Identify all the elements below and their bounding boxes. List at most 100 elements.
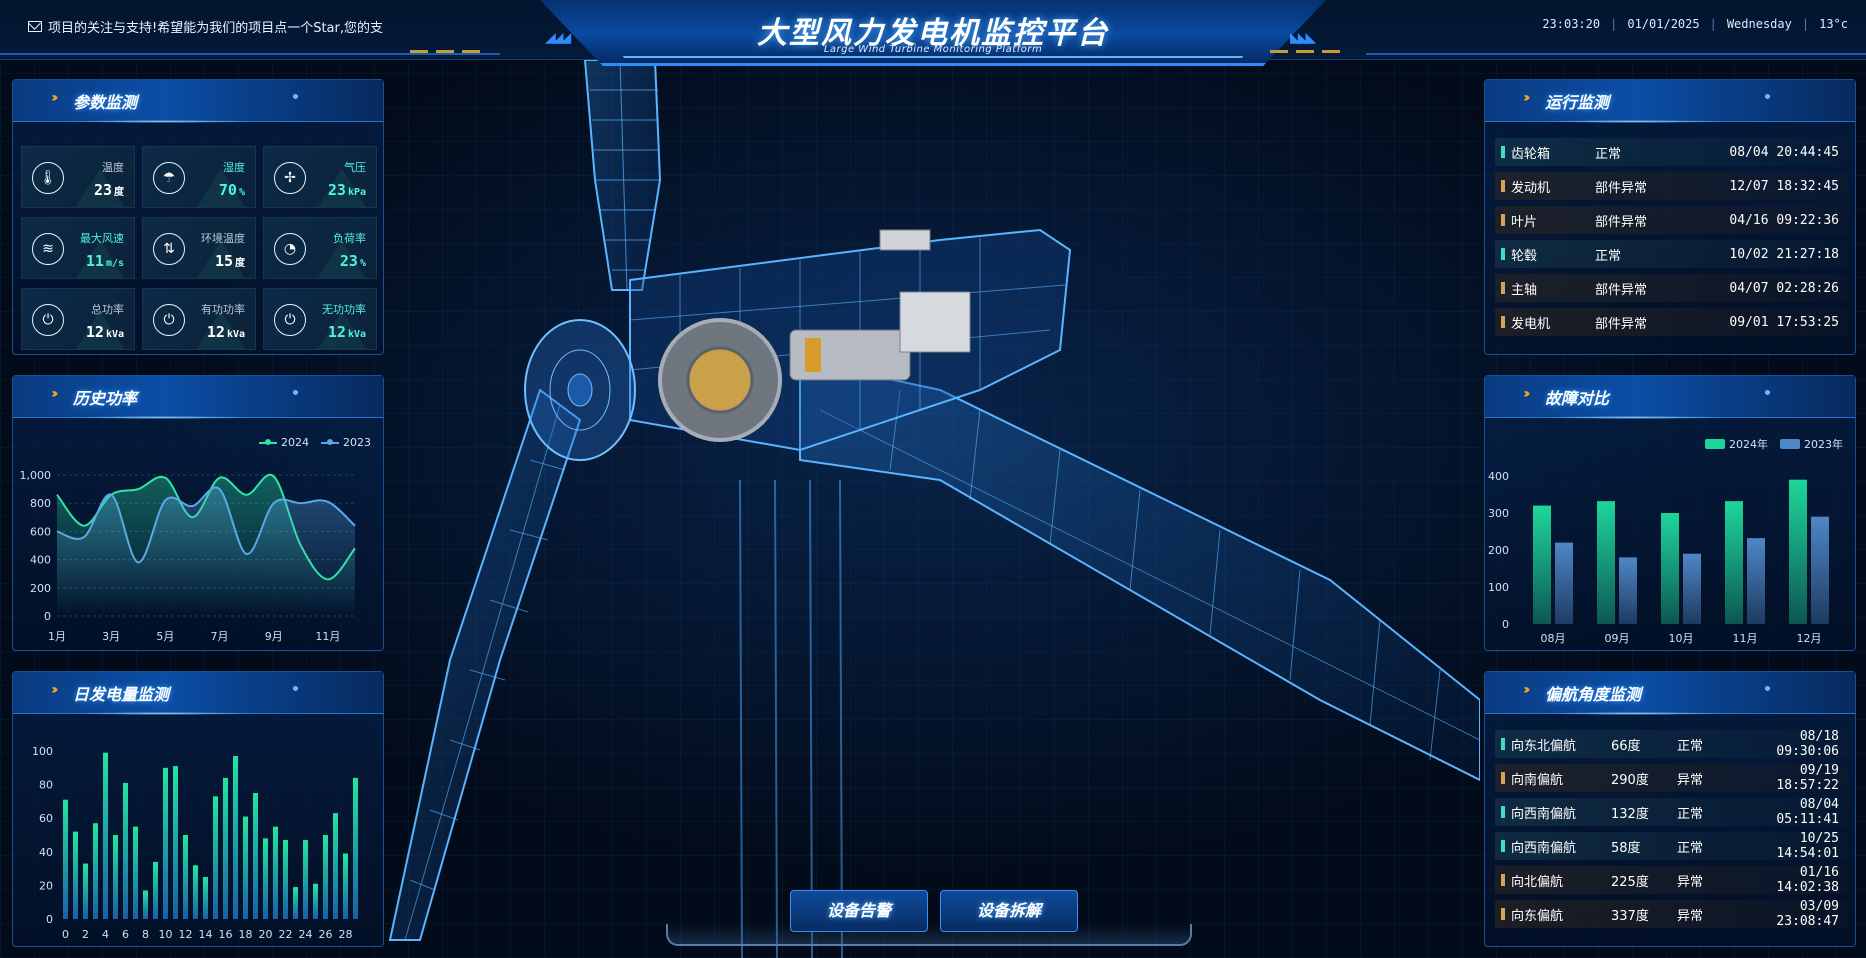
bar[interactable] bbox=[323, 835, 328, 919]
param-card[interactable]: ◔ 负荷率 23% bbox=[263, 217, 377, 279]
x-tick-label: 10 bbox=[159, 928, 173, 941]
bar-2024年[interactable] bbox=[1789, 479, 1807, 624]
bar[interactable] bbox=[233, 756, 238, 919]
wind-turbine-model[interactable] bbox=[380, 60, 1480, 958]
separator: | bbox=[1610, 17, 1618, 31]
component-status: 正常 bbox=[1595, 146, 1622, 162]
list-item[interactable]: 向东北偏航 66度 正常 08/18 09:30:06 bbox=[1495, 729, 1847, 759]
fault-bar-chart[interactable]: 0 100 200 300 400 08月 09月 10月 11月 12月 bbox=[1485, 376, 1857, 652]
bar[interactable] bbox=[93, 823, 98, 919]
daily-bar-chart[interactable]: 0204060801000 2 4 6 8 10 12 14 16 18 20 22 24 26 28 bbox=[13, 672, 385, 948]
param-label: 湿度 bbox=[223, 161, 245, 174]
list-item[interactable]: 向北偏航 225度 异常 01/16 14:02:38 bbox=[1495, 865, 1847, 895]
param-value-wrap: 23 kPa bbox=[328, 181, 366, 199]
operation-monitor-panel: ›› 运行监测 齿轮箱 正常 08/04 20:44:45 发动机 部件异常 12/07 … bbox=[1484, 79, 1856, 355]
bar[interactable] bbox=[313, 883, 318, 919]
y-tick-label: 100 bbox=[1488, 581, 1509, 594]
component-status: 正常 bbox=[1595, 248, 1622, 264]
bar[interactable] bbox=[133, 826, 138, 919]
param-label: 总功率 bbox=[91, 303, 124, 316]
y-tick-label: 100 bbox=[32, 745, 53, 758]
panel-header: ›› 参数监测 bbox=[13, 80, 383, 123]
bar[interactable] bbox=[333, 813, 338, 919]
list-item[interactable]: 齿轮箱 正常 08/04 20:44:45 bbox=[1495, 138, 1847, 166]
x-tick-label: 10月 bbox=[1669, 632, 1694, 645]
param-label: 气压 bbox=[344, 161, 366, 174]
y-tick-label: 80 bbox=[39, 779, 53, 792]
param-card[interactable]: 🌡 温度 23 度 bbox=[21, 146, 135, 208]
param-unit: 度 bbox=[114, 187, 124, 198]
param-card[interactable]: ⏻ 总功率 12 kVa bbox=[21, 288, 135, 350]
x-tick-label: 6 bbox=[122, 928, 129, 941]
x-tick-label: 20 bbox=[259, 928, 273, 941]
param-card[interactable]: ⇅ 环境温度 15 度 bbox=[142, 217, 256, 279]
bar[interactable] bbox=[203, 877, 208, 919]
list-item[interactable]: 发电机 部件异常 09/01 17:53:25 bbox=[1495, 308, 1847, 336]
list-item[interactable]: 向东偏航 337度 异常 03/09 23:08:47 bbox=[1495, 899, 1847, 929]
bar-2023年[interactable] bbox=[1619, 557, 1637, 624]
param-value: 12 bbox=[85, 323, 104, 341]
bar[interactable] bbox=[293, 887, 298, 919]
bar[interactable] bbox=[73, 831, 78, 919]
param-value: 23 bbox=[327, 181, 346, 199]
bar-2023年[interactable] bbox=[1811, 516, 1829, 624]
param-card[interactable]: ⏻ 无功功率 12 kVa bbox=[263, 288, 377, 350]
list-item[interactable]: 叶片 部件异常 04/16 09:22:36 bbox=[1495, 206, 1847, 234]
list-item[interactable]: 向西南偏航 132度 正常 08/04 05:11:41 bbox=[1495, 797, 1847, 827]
gauge-icon: ◔ bbox=[274, 233, 306, 265]
bar-2024年[interactable] bbox=[1533, 505, 1551, 624]
bar-2024年[interactable] bbox=[1725, 501, 1743, 624]
device-alarm-button[interactable]: 设备告警 bbox=[790, 890, 928, 932]
bar-2023年[interactable] bbox=[1555, 542, 1573, 624]
status-marker bbox=[1501, 248, 1505, 260]
bar[interactable] bbox=[63, 799, 68, 919]
bar[interactable] bbox=[283, 840, 288, 919]
status-marker bbox=[1501, 772, 1505, 784]
bar[interactable] bbox=[123, 782, 128, 919]
wind-icon: ≋ bbox=[32, 233, 64, 265]
bar-2024年[interactable] bbox=[1597, 501, 1615, 624]
bar[interactable] bbox=[183, 835, 188, 919]
bar[interactable] bbox=[83, 863, 88, 919]
bar[interactable] bbox=[303, 840, 308, 919]
bar-2023年[interactable] bbox=[1683, 553, 1701, 624]
param-value-wrap: 23% bbox=[340, 252, 366, 270]
param-card[interactable]: ≋ 最大风速 11 m/s bbox=[21, 217, 135, 279]
bar[interactable] bbox=[243, 816, 248, 919]
bar-2023年[interactable] bbox=[1747, 538, 1765, 624]
param-value-wrap: 70% bbox=[219, 181, 245, 199]
list-item[interactable]: 主轴 部件异常 04/07 02:28:26 bbox=[1495, 274, 1847, 302]
param-card[interactable]: ⏻ 有功功率 12 kVa bbox=[142, 288, 256, 350]
bar[interactable] bbox=[263, 838, 268, 919]
bar[interactable] bbox=[213, 796, 218, 919]
bar[interactable] bbox=[253, 793, 258, 919]
bar[interactable] bbox=[103, 752, 108, 919]
list-item[interactable]: 向西南偏航 58度 正常 10/25 14:54:01 bbox=[1495, 831, 1847, 861]
bar[interactable] bbox=[193, 865, 198, 919]
separator: | bbox=[1801, 17, 1810, 31]
bar[interactable] bbox=[173, 766, 178, 919]
param-label: 有功功率 bbox=[201, 303, 245, 316]
list-item[interactable]: 发动机 部件异常 12/07 18:32:45 bbox=[1495, 172, 1847, 200]
x-tick-label: 08月 bbox=[1541, 632, 1566, 645]
list-item[interactable]: 向南偏航 290度 异常 09/19 18:57:22 bbox=[1495, 763, 1847, 793]
param-card[interactable]: ✢ 气压 23 kPa bbox=[263, 146, 377, 208]
bar[interactable] bbox=[343, 853, 348, 919]
bar[interactable] bbox=[113, 835, 118, 919]
notice-marquee[interactable]: 项目的关注与支持!希望能为我们的项目点一个Star,您的支 bbox=[28, 16, 408, 36]
x-tick-label: 11月 bbox=[1733, 632, 1758, 645]
device-disassemble-button[interactable]: 设备拆解 bbox=[940, 890, 1078, 932]
bar[interactable] bbox=[153, 861, 158, 919]
bar-2024年[interactable] bbox=[1661, 513, 1679, 624]
list-item[interactable]: 轮毂 正常 10/02 21:27:18 bbox=[1495, 240, 1847, 268]
bar[interactable] bbox=[163, 767, 168, 919]
component-name: 齿轮箱 bbox=[1511, 146, 1551, 162]
param-card[interactable]: ☂ 湿度 70% bbox=[142, 146, 256, 208]
bar[interactable] bbox=[223, 777, 228, 919]
bar[interactable] bbox=[353, 777, 358, 919]
bar[interactable] bbox=[143, 890, 148, 919]
bar[interactable] bbox=[273, 826, 278, 919]
x-tick-label: 8 bbox=[142, 928, 149, 941]
marquee-text: 项目的关注与支持!希望能为我们的项目点一个Star,您的支 bbox=[48, 20, 384, 36]
history-line-chart[interactable]: 0 200 400 600 800 1,000 1月 3月 5月 7月 9月 11月 bbox=[13, 376, 385, 652]
